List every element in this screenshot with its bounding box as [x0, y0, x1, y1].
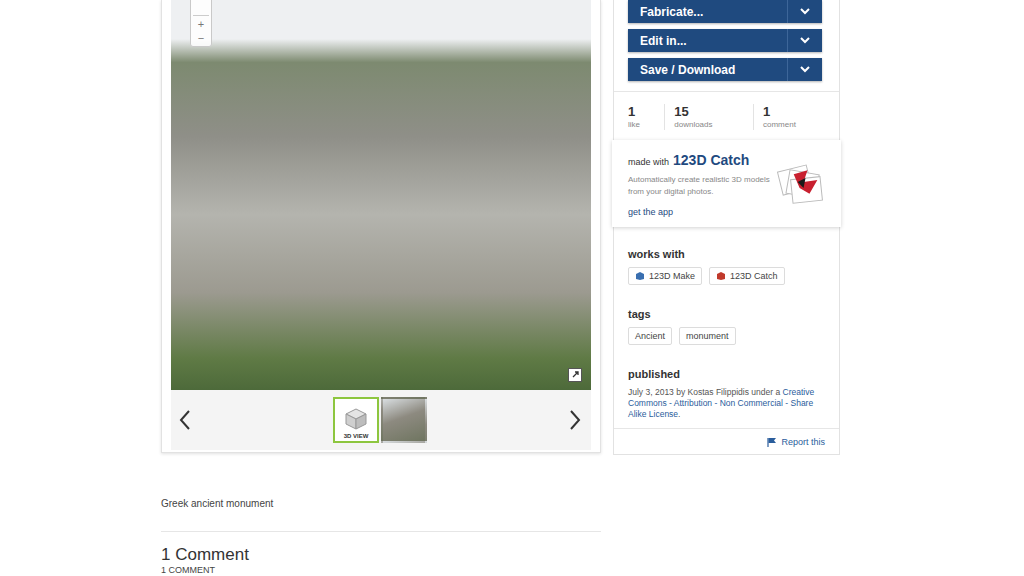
- made-with-label: made with: [628, 157, 669, 167]
- stats-row: 1like15downloads1comment: [614, 91, 839, 140]
- chevron-down-icon: [800, 37, 810, 44]
- cube-icon: [344, 407, 368, 431]
- stat: 1comment: [753, 104, 825, 130]
- next-arrow-icon[interactable]: [567, 408, 583, 432]
- stat-label: like: [628, 119, 655, 130]
- action-button[interactable]: Save / Download: [628, 58, 822, 81]
- action-button[interactable]: Edit in...: [628, 29, 822, 52]
- app-icon: [635, 271, 645, 281]
- published-info: July 3, 2013 by Kostas Filippidis under …: [628, 387, 828, 420]
- stat-label: downloads: [674, 119, 744, 130]
- dropdown-toggle[interactable]: [787, 58, 822, 81]
- comments-count: 1 COMMENT: [161, 565, 601, 576]
- dropdown-toggle[interactable]: [787, 29, 822, 52]
- tag-chip[interactable]: Ancient: [628, 327, 672, 345]
- thumbnail-label: 3D VIEW: [344, 433, 369, 441]
- zoom-out-button[interactable]: −: [198, 32, 204, 44]
- model-3d-view[interactable]: +−: [171, 0, 591, 390]
- stat-value: 1: [628, 104, 655, 119]
- main-column: +−3D VIEWGreek ancient monument1 Comment…: [161, 0, 601, 576]
- expand-icon[interactable]: [568, 368, 582, 382]
- action-button[interactable]: Fabricate...: [628, 0, 822, 23]
- works-with-section: works with 123D Make 123D Catch: [614, 227, 839, 293]
- chevron-down-icon: [800, 66, 810, 73]
- thumbnail[interactable]: [381, 397, 427, 443]
- flag-icon: [767, 437, 777, 447]
- section-title: works with: [628, 247, 825, 261]
- divider: [161, 531, 601, 532]
- chevron-down-icon: [800, 8, 810, 15]
- thumbnail-list: 3D VIEW: [333, 397, 427, 443]
- published-text: July 3, 2013 by Kostas Filippidis under …: [628, 387, 783, 397]
- report-link[interactable]: Report this: [767, 437, 825, 447]
- zoom-control: +−: [190, 0, 212, 47]
- app-chip[interactable]: 123D Make: [628, 267, 702, 285]
- published-section: published July 3, 2013 by Kostas Filippid…: [614, 353, 839, 420]
- thumbnail-bar: 3D VIEW: [171, 390, 591, 450]
- get-app-link[interactable]: get the app: [628, 207, 774, 217]
- stat: 1like: [628, 104, 664, 130]
- app-logo-icon: [774, 160, 827, 208]
- app-name[interactable]: 123D Catch: [673, 152, 749, 168]
- action-buttons: Fabricate... Edit in... Save / Download: [614, 0, 839, 91]
- app-chip[interactable]: 123D Catch: [709, 267, 785, 285]
- stat-value: 15: [674, 104, 744, 119]
- report-row: Report this: [614, 428, 839, 454]
- tags-section: tags Ancient monument: [614, 293, 839, 353]
- orbit-compass[interactable]: [193, 0, 209, 16]
- comments-title: 1 Comment: [161, 545, 601, 565]
- zoom-in-button[interactable]: +: [198, 18, 204, 30]
- model-description: Greek ancient monument: [161, 497, 601, 511]
- thumbnail[interactable]: 3D VIEW: [333, 397, 379, 443]
- tag-chip[interactable]: monument: [679, 327, 736, 345]
- section-title: published: [628, 367, 825, 381]
- app-description: Automatically create realistic 3D models…: [628, 174, 774, 198]
- app-icon: [716, 271, 726, 281]
- dropdown-toggle[interactable]: [787, 0, 822, 23]
- made-with-box: made with 123D Catch Automatically create …: [612, 140, 841, 227]
- stat-value: 1: [763, 104, 816, 119]
- section-title: tags: [628, 307, 825, 321]
- sidebar: Fabricate...Edit in...Save / Download1li…: [613, 0, 840, 455]
- stat: 15downloads: [664, 104, 753, 130]
- previous-arrow-icon[interactable]: [177, 408, 193, 432]
- published-text: .: [678, 409, 680, 419]
- model-viewer-card: +−3D VIEW: [161, 0, 601, 453]
- stat-label: comment: [763, 119, 816, 130]
- page: +−3D VIEWGreek ancient monument1 Comment…: [0, 0, 1024, 576]
